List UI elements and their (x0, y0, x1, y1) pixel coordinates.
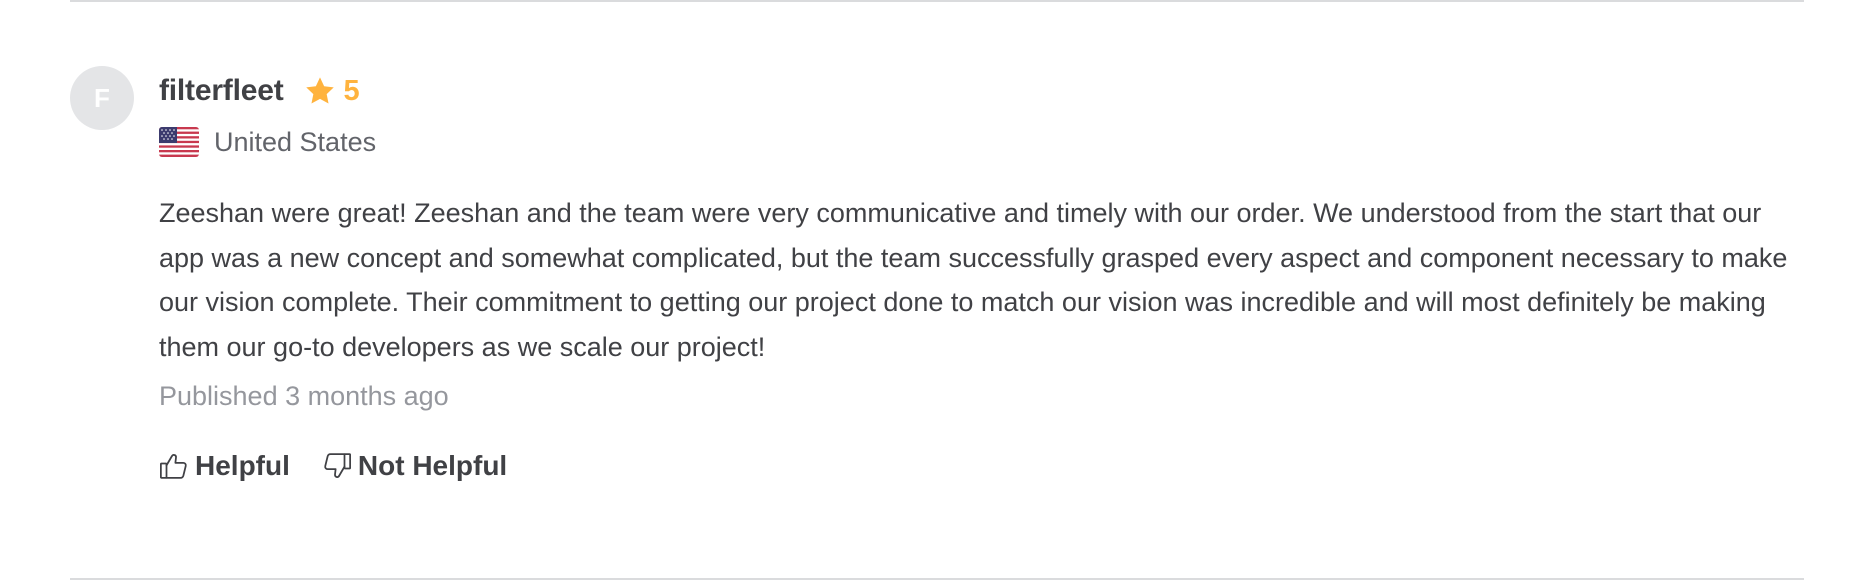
helpful-button[interactable]: Helpful (159, 450, 290, 482)
published-date: Published 3 months ago (159, 381, 449, 411)
star-icon (305, 77, 334, 104)
us-flag-icon (159, 127, 199, 157)
top-divider (70, 0, 1804, 2)
avatar-initial: F (94, 82, 110, 113)
feedback-row: Helpful Not Helpful (159, 450, 1804, 482)
not-helpful-label: Not Helpful (357, 450, 508, 481)
thumbs-up-icon (160, 454, 187, 479)
username[interactable]: filterfleet (159, 74, 284, 108)
country-row: United States (159, 122, 1804, 162)
review-text: Zeeshan were great! Zeeshan and the team… (159, 198, 1788, 362)
helpful-label: Helpful (195, 450, 290, 481)
rating-value: 5 (343, 74, 360, 107)
review-content: filterfleet 5 United States Zeeshan were… (159, 66, 1804, 482)
rating: 5 (304, 75, 360, 108)
not-helpful-button[interactable]: Not Helpful (322, 450, 507, 482)
country-name: United States (214, 126, 377, 157)
thumbs-down-icon (324, 453, 351, 478)
review-header: filterfleet 5 (159, 60, 1804, 122)
avatar[interactable]: F (70, 66, 134, 130)
